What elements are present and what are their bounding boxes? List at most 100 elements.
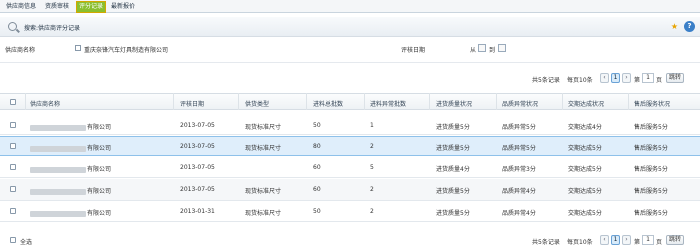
rating-date: 2013-07-05 [180,122,215,129]
total-batches: 60 [313,186,321,193]
table-footer: 全选 共5条记录 每页10条 ‹ 1 › 第 1 页 跳转 [0,232,700,249]
per-page-select[interactable]: 每页10条 [567,75,593,84]
supplier-name: 有限公司 [30,164,111,173]
quality-defects: 品质异常5分 [502,124,536,131]
date-from-picker[interactable] [478,44,486,52]
table-row[interactable]: 有限公司 2013-07-05 现货标准尺寸 80 2 进货质量5分 品质异常5… [0,136,700,156]
total-batches: 80 [313,143,321,150]
tab-supplier-info[interactable]: 供应商信息 [4,2,38,13]
next-page-button[interactable]: › [622,73,631,83]
column-divider [429,93,430,110]
quality-defects: 品质异常4分 [502,188,536,195]
col-delivery[interactable]: 交期达成状况 [568,99,604,108]
after-sales-status: 售后服务5分 [634,166,668,173]
after-sales-status: 售后服务5分 [634,124,668,131]
page-prefix: 第 [634,77,641,84]
date-to-label: 到 [489,47,496,54]
tab-bar: 供应商信息 资质审核 评分记录 最新报价 [0,0,700,13]
page-number-input[interactable]: 1 [642,73,654,83]
tab-qualification-review[interactable]: 资质审核 [43,2,71,13]
col-incoming-quality[interactable]: 进货质量状况 [436,99,472,108]
table-row[interactable]: 有限公司 2013-07-05 现货标准尺寸 50 1 进货质量5分 品质异常5… [0,116,700,135]
page-1-button[interactable]: 1 [611,235,620,245]
abnormal-batches: 1 [370,122,374,129]
search-icon [8,22,17,31]
record-count: 共5条记录 [532,77,560,84]
col-quality-defects[interactable]: 品质异常状况 [502,99,538,108]
supplier-name: 有限公司 [30,186,111,195]
col-supplier-name[interactable]: 供应商名称 [30,99,60,108]
incoming-quality: 进货质量5分 [436,145,470,152]
supplier-name: 有限公司 [30,208,111,217]
quality-defects: 品质异常3分 [502,166,536,173]
date-from-label: 从 [470,47,477,54]
column-divider [173,93,174,110]
supplier-name-value[interactable]: 重庆奈锋汽车灯具制造有限公司 [84,45,168,54]
incoming-quality: 进货质量4分 [436,166,470,173]
per-page-select[interactable]: 每页10条 [567,237,593,246]
help-icon[interactable]: ? [684,21,695,32]
supply-type: 现货标准尺寸 [245,188,282,195]
table-row[interactable]: 有限公司 2013-07-05 现货标准尺寸 60 2 进货质量5分 品质异常4… [0,179,700,201]
column-divider [496,93,497,110]
rating-date: 2013-07-05 [180,143,215,150]
table-row[interactable]: 有限公司 2013-01-31 现货标准尺寸 50 2 进货质量5分 品质异常4… [0,202,700,222]
prev-page-button[interactable]: ‹ [600,73,609,83]
row-checkbox[interactable] [10,122,16,128]
pager-top: 共5条记录 每页10条 ‹ 1 › 第 1 页 跳转 [532,73,700,85]
delivery-status: 交期达成4分 [568,124,602,131]
supplier-checkbox[interactable] [75,45,81,51]
row-checkbox[interactable] [10,143,16,149]
page-1-button[interactable]: 1 [611,73,620,83]
page-number-input[interactable]: 1 [642,235,654,245]
row-checkbox[interactable] [10,208,16,214]
page-prefix: 第 [634,239,641,246]
quality-defects: 品质异常4分 [502,210,536,217]
incoming-quality: 进货质量5分 [436,210,470,217]
rating-date: 2013-07-05 [180,164,215,171]
next-page-button[interactable]: › [622,235,631,245]
select-all-label[interactable]: 全选 [20,237,32,246]
row-checkbox[interactable] [10,164,16,170]
date-to-picker[interactable] [498,44,506,52]
jump-button[interactable]: 跳转 [666,73,684,83]
col-rating-date[interactable]: 评核日期 [180,99,204,108]
supplier-name: 有限公司 [30,122,111,131]
after-sales-status: 售后服务5分 [634,188,668,195]
delivery-status: 交期达成5分 [568,188,602,195]
table-header: 供应商名称 评核日期 供货类型 进料总批数 进料异常批数 进货质量状况 品质异常… [0,93,700,110]
supply-type: 现货标准尺寸 [245,124,282,131]
after-sales-status: 售后服务5分 [634,145,668,152]
column-divider [238,93,239,110]
supplier-name: 有限公司 [30,143,111,152]
prev-page-button[interactable]: ‹ [600,235,609,245]
page-suffix: 页 [656,77,663,84]
search-toolbar: 搜索:供应商评分记录 ★ ? [0,17,700,37]
col-abnormal-batches[interactable]: 进料异常批数 [370,99,406,108]
filter-divider [0,62,700,63]
record-count: 共5条记录 [532,239,560,246]
table-row[interactable]: 有限公司 2013-07-05 60 5 进货质量4分 品质异常3分 交期达成5… [0,158,700,178]
redacted-name [30,166,86,173]
star-icon[interactable]: ★ [669,21,680,32]
after-sales-status: 售后服务5分 [634,210,668,217]
abnormal-batches: 2 [370,208,374,215]
delivery-status: 交期达成5分 [568,166,602,173]
page-suffix: 页 [656,239,663,246]
delivery-status: 交期达成5分 [568,210,602,217]
pager-bottom: 共5条记录 每页10条 ‹ 1 › 第 1 页 跳转 [532,235,700,247]
abnormal-batches: 2 [370,186,374,193]
select-all-checkbox[interactable] [10,99,16,105]
abnormal-batches: 5 [370,164,374,171]
col-total-batches[interactable]: 进料总批数 [313,99,343,108]
col-after-sales[interactable]: 售后服务状况 [634,99,670,108]
row-checkbox[interactable] [10,186,16,192]
col-supply-type[interactable]: 供货类型 [245,99,269,108]
footer-select-all-checkbox[interactable] [10,237,16,243]
quality-defects: 品质异常5分 [502,145,536,152]
tab-rating-records[interactable]: 评分记录 [76,1,107,13]
tab-latest-quote[interactable]: 最新报价 [109,2,137,13]
total-batches: 50 [313,208,321,215]
jump-button[interactable]: 跳转 [666,235,684,245]
redacted-name [30,145,86,152]
